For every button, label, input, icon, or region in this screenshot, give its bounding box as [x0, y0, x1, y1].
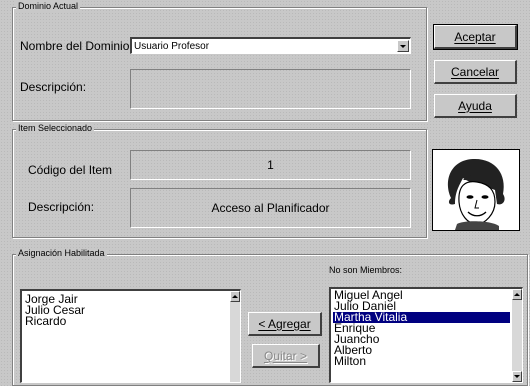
dominio-descripcion-label: Descripción: — [20, 80, 87, 94]
item-seleccionado-title: Item Seleccionado — [16, 123, 95, 133]
list-item[interactable]: Milton — [333, 355, 510, 367]
scroll-up-icon[interactable] — [230, 291, 240, 302]
aceptar-label: Aceptar — [454, 29, 496, 44]
dominio-actual-title: Dominio Actual — [16, 1, 81, 11]
non-members-scrollbar[interactable] — [512, 289, 522, 382]
asignacion-habilitada-title: Asignación Habilitada — [16, 248, 107, 258]
nombre-dominio-value: Usuario Profesor — [134, 40, 210, 52]
codigo-item-value: 1 — [267, 158, 274, 172]
ayuda-label: Ayuda — [458, 98, 492, 113]
members-list[interactable]: Jorge Jair Julio Cesar Ricardo — [20, 289, 241, 383]
face-portrait-icon — [447, 158, 505, 230]
nombre-dominio-label: Nombre del Dominio: — [20, 39, 133, 53]
no-son-miembros-label: No son Miembros: — [329, 265, 403, 275]
list-item[interactable]: Ricardo — [24, 315, 228, 327]
codigo-item-field: 1 — [130, 150, 411, 180]
chevron-down-icon[interactable] — [397, 40, 409, 52]
scroll-down-icon[interactable] — [512, 371, 522, 382]
item-descripcion-label: Descripción: — [28, 200, 95, 214]
non-members-list[interactable]: Miguel Angel Julio Daniel Martha Vitalia… — [329, 287, 523, 383]
aceptar-button[interactable]: Aceptar — [433, 24, 518, 50]
item-descripcion-field: Acceso al Planificador — [130, 188, 411, 228]
codigo-item-label: Código del Item — [28, 163, 113, 177]
agregar-button[interactable]: < Agregar — [248, 312, 322, 336]
quitar-label: Quitar > — [263, 348, 308, 363]
user-photo — [432, 149, 520, 231]
members-scrollbar[interactable] — [230, 291, 240, 382]
item-descripcion-value: Acceso al Planificador — [211, 201, 330, 215]
ayuda-button[interactable]: Ayuda — [434, 94, 517, 118]
cancelar-button[interactable]: Cancelar — [434, 60, 517, 84]
cancelar-label: Cancelar — [450, 64, 500, 79]
agregar-label: < Agregar — [258, 316, 311, 331]
nombre-dominio-select[interactable]: Usuario Profesor — [130, 37, 411, 54]
dominio-descripcion-field — [130, 69, 411, 109]
quitar-button[interactable]: Quitar > — [252, 344, 320, 368]
scroll-up-icon[interactable] — [512, 289, 522, 300]
